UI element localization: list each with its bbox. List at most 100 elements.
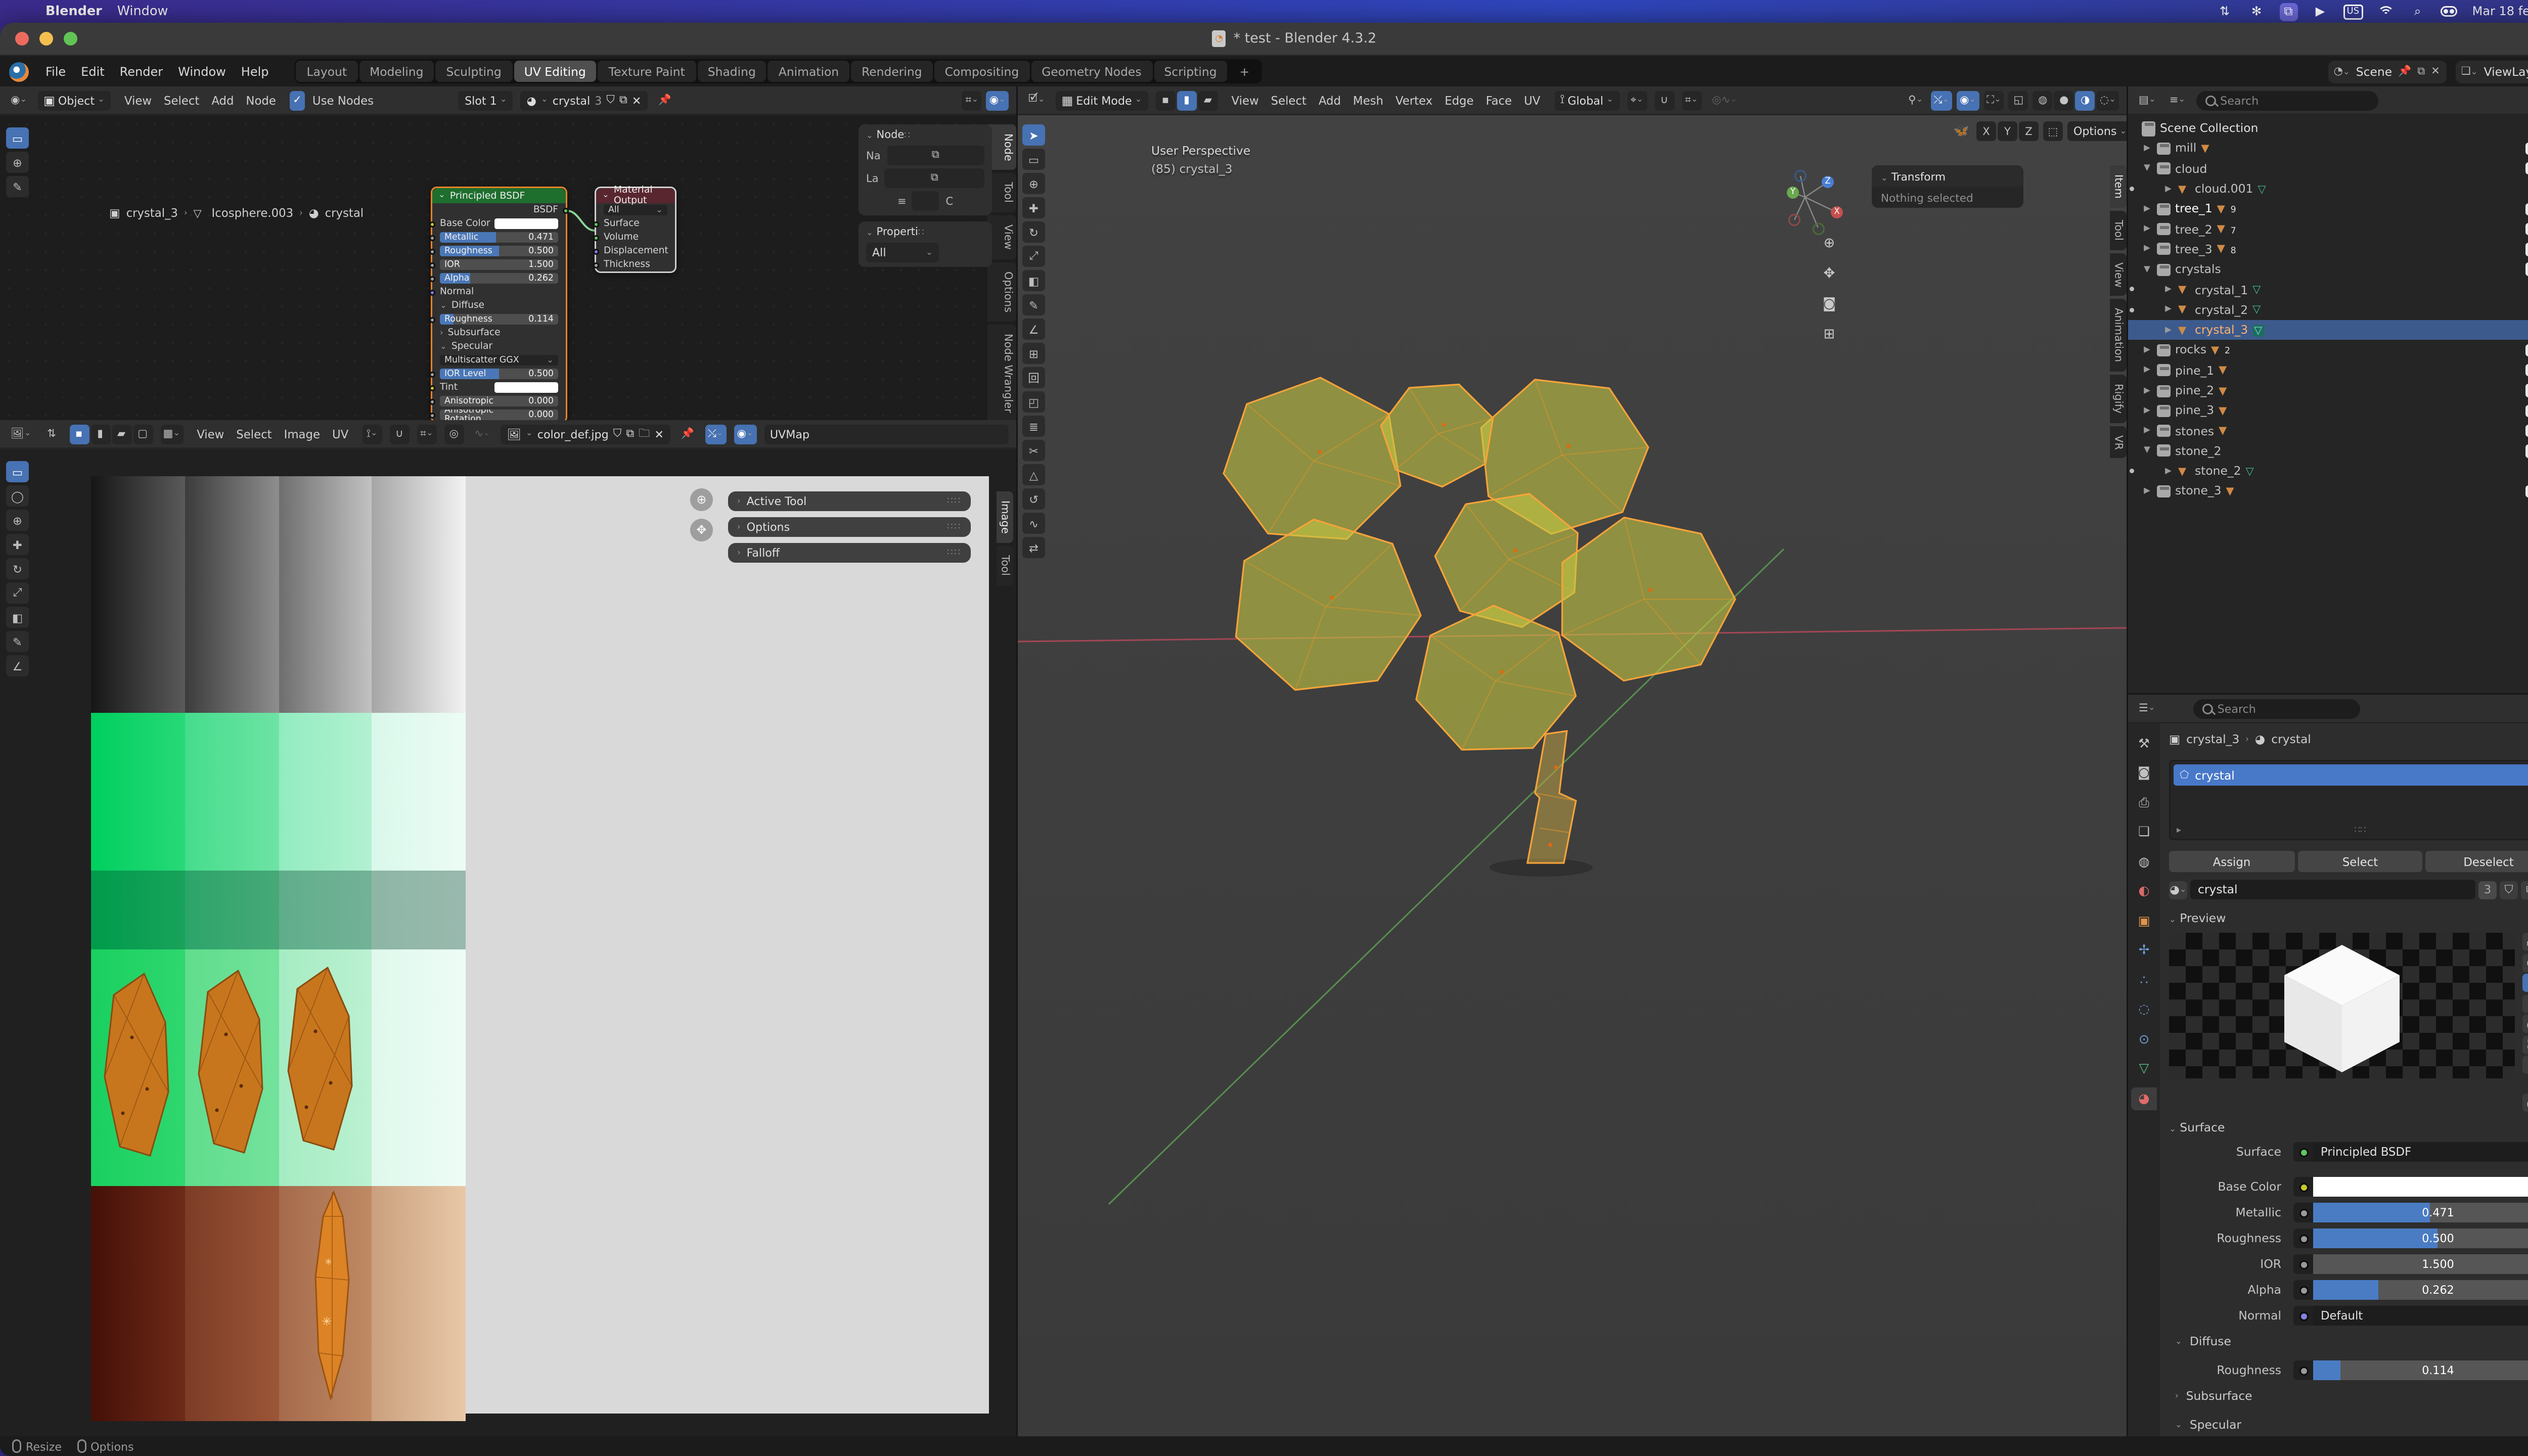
snap-pivot-icon[interactable]: ⌖⌄ xyxy=(1627,90,1647,110)
copy-material-icon[interactable]: ⧉ xyxy=(619,93,627,108)
material-slot-list[interactable]: ⬠ crystal ▸ ∷∷ xyxy=(2169,760,2528,840)
tool-move[interactable]: ✚ xyxy=(6,534,29,555)
section-specular[interactable]: ⌄Specular xyxy=(2175,1418,2241,1432)
mirror-axis-y[interactable]: Y xyxy=(1998,121,2017,141)
view-object-types-dropdown[interactable]: ⚲⌄ xyxy=(1905,90,1926,110)
material-browse-dropdown[interactable]: ◕⌄ xyxy=(2169,881,2187,899)
pan-hand-button[interactable]: ✥ xyxy=(690,519,713,541)
outliner-row-cloud-001[interactable]: ▶▼cloud.001▽◡ xyxy=(2128,179,2528,199)
tool-loopcut[interactable]: ≣ xyxy=(1022,416,1045,437)
material-output-node[interactable]: ⌄Material Output All⌄ SurfaceVolumeDispl… xyxy=(595,187,676,273)
principled-bsdf-node[interactable]: ⌄Principled BSDF BSDFBase ColorMetallic0… xyxy=(431,187,567,420)
blender-logo-icon[interactable] xyxy=(9,62,29,81)
wifi-icon[interactable] xyxy=(2377,3,2395,21)
side-tab-view[interactable]: View xyxy=(2110,253,2127,296)
mirror-icon[interactable]: 🦋 xyxy=(1951,121,1972,141)
transform-orientation-dropdown[interactable]: ⟟Global⌄ xyxy=(1554,90,1620,110)
section-subsurface[interactable]: ›Subsurface xyxy=(432,326,566,340)
select-mode-edge-button[interactable]: ▮ xyxy=(1177,90,1197,110)
proportional-edit-icon[interactable]: ◎ xyxy=(444,424,464,444)
tool-measure[interactable]: ∠ xyxy=(6,655,29,676)
node-canvas[interactable]: ▣crystal_3 ›▽Icosphere.003 ›◕crystal ▭⊕✎… xyxy=(0,115,1016,420)
outliner-row-tree_2[interactable]: ▶tree_2▼7✓◡ xyxy=(2128,219,2528,239)
pin-icon[interactable]: 📌 xyxy=(678,424,697,444)
surface-row-surface[interactable]: SurfacePrincipled BSDF xyxy=(2160,1142,2528,1162)
unlink-image-icon[interactable]: ✕ xyxy=(654,427,664,441)
viewport-menu-select[interactable]: Select xyxy=(1265,92,1313,109)
copy-material-button[interactable]: ⧉ xyxy=(2521,881,2528,899)
tool-knife[interactable]: ✂ xyxy=(1022,440,1045,461)
workspace-tab-geometry-nodes[interactable]: Geometry Nodes xyxy=(1031,61,1152,82)
properties-panel[interactable]: ⌄ Properti∷ All⌄ xyxy=(859,221,992,267)
surface-row-base-color[interactable]: Base Color xyxy=(2160,1177,2528,1197)
viewport-menu-view[interactable]: View xyxy=(1226,92,1265,109)
workspace-tab-uv-editing[interactable]: UV Editing xyxy=(514,61,597,82)
tool-smooth[interactable]: ∿ xyxy=(1022,513,1045,534)
viewport-menu-uv[interactable]: UV xyxy=(1518,92,1546,109)
slot-dropdown[interactable]: Slot 1⌄ xyxy=(459,90,513,110)
surface-panel-header[interactable]: ⌄ Surface∷∷ xyxy=(2169,1121,2225,1134)
openai-icon[interactable]: ✻ xyxy=(2247,3,2266,21)
properties-filter-dropdown[interactable]: All⌄ xyxy=(866,243,939,262)
tab-modifiers[interactable]: ✢ xyxy=(2131,940,2157,963)
tool-annotate[interactable]: ✎ xyxy=(6,176,29,197)
delete-scene-button[interactable]: ✕ xyxy=(2431,65,2440,77)
surface-row-ior[interactable]: IOR1.500 xyxy=(2160,1254,2528,1274)
tool-annotate[interactable]: ✎ xyxy=(6,631,29,652)
overlay-panel-options[interactable]: ›Options∷∷ xyxy=(728,517,971,537)
play-circle-icon[interactable]: ▶ xyxy=(2311,3,2329,21)
uvmap-selector[interactable]: UVMap xyxy=(764,424,1009,444)
outliner-row-pine_3[interactable]: ▶pine_3▼✓◡ xyxy=(2128,400,2528,421)
outliner-row-scene collection[interactable]: Scene Collection xyxy=(2128,118,2528,139)
tool-cursor[interactable]: ⊕ xyxy=(1022,173,1045,194)
outliner-row-crystal_1[interactable]: ▶▼crystal_1▽◡ xyxy=(2128,280,2528,300)
image-datablock[interactable]: 🖼⌄ color_def.jpg ⛉ ⧉ 🗀 ✕ xyxy=(501,424,670,444)
fake-user-shield-icon[interactable]: ⛉ xyxy=(613,426,622,441)
overlays-toggle-icon[interactable]: ◉⌄ xyxy=(986,90,1009,110)
editor-type-icon[interactable]: ◉⌄ xyxy=(8,90,30,110)
input-base-color[interactable]: Base Color xyxy=(432,217,566,231)
shading-solid-button[interactable]: ● xyxy=(2054,90,2074,110)
open-image-icon[interactable]: 🗀 xyxy=(639,424,650,444)
viewport-menu-add[interactable]: Add xyxy=(1313,92,1347,109)
topbar-menu-help[interactable]: Help xyxy=(234,62,277,81)
falloff-dropdown[interactable]: ∿⌄ xyxy=(471,424,493,444)
render-region-icon[interactable]: ◱ xyxy=(2009,90,2028,110)
outliner-row-crystal_2[interactable]: ▶▼crystal_2▽◡ xyxy=(2128,300,2528,320)
editor-type-icon[interactable]: 🖼⌄ xyxy=(8,424,34,444)
surface-row-normal[interactable]: NormalDefault xyxy=(2160,1306,2528,1326)
pin-icon[interactable]: 📌 xyxy=(2398,65,2411,77)
fake-user-shield-icon[interactable]: ⛉ xyxy=(606,93,615,108)
node-name-field[interactable]: ⧉ xyxy=(887,146,984,165)
input-ior[interactable]: IOR1.500 xyxy=(432,258,566,271)
pivot-dropdown[interactable]: ⟟⌄ xyxy=(362,424,382,444)
side-tab-image[interactable]: Image xyxy=(997,491,1013,543)
overlays-dropdown-icon[interactable]: ◉⌄ xyxy=(1957,90,1979,110)
tab-world[interactable]: ◐ xyxy=(2131,881,2157,903)
tab-render[interactable]: ◙ xyxy=(2131,762,2157,785)
side-tab-tool[interactable]: Tool xyxy=(997,546,1013,585)
pan-hand-icon[interactable]: ✥ xyxy=(1819,267,1840,282)
outliner-row-cloud[interactable]: ▼cloud✓◡ xyxy=(2128,159,2528,179)
window-titlebar[interactable]: ◔ * test - Blender 4.3.2 xyxy=(0,23,2528,56)
navigation-gizmo[interactable]: ZXY xyxy=(1775,167,1835,228)
tool-cursor[interactable]: ⊕ xyxy=(6,152,29,173)
snapping-icon[interactable]: ⌗⌄ xyxy=(962,90,982,110)
workspace-tab-layout[interactable]: Layout xyxy=(296,61,358,82)
distribution-dropdown[interactable]: Multiscatter GGX⌄ xyxy=(432,353,566,367)
topbar-menu-file[interactable]: File xyxy=(38,62,73,81)
node-color-swatch[interactable] xyxy=(912,191,939,211)
tool-extrude[interactable]: ⊞ xyxy=(1022,343,1045,364)
viewport-menu-edge[interactable]: Edge xyxy=(1438,92,1479,109)
preview-sphere[interactable]: ○ xyxy=(2522,953,2528,972)
toggle-ortho-icon[interactable]: ⊞ xyxy=(1819,328,1840,343)
uv-menu-uv[interactable]: UV xyxy=(326,426,354,442)
outliner-row-stones[interactable]: ▶stones▼✓◡ xyxy=(2128,421,2528,441)
input-anisotropic[interactable]: Anisotropic0.000 xyxy=(432,394,566,408)
zoom-icon[interactable]: ⊕ xyxy=(1819,237,1840,252)
proportional-edit-icon[interactable]: ◎∿⌄ xyxy=(1709,90,1740,110)
image-paint-mode-icon[interactable]: ⤯⌄ xyxy=(705,424,727,444)
side-tab-item[interactable]: Item xyxy=(2110,165,2127,208)
uv-sync-icon[interactable]: ⇅ xyxy=(42,424,62,444)
tab-tool[interactable]: ⚒ xyxy=(2131,733,2157,755)
